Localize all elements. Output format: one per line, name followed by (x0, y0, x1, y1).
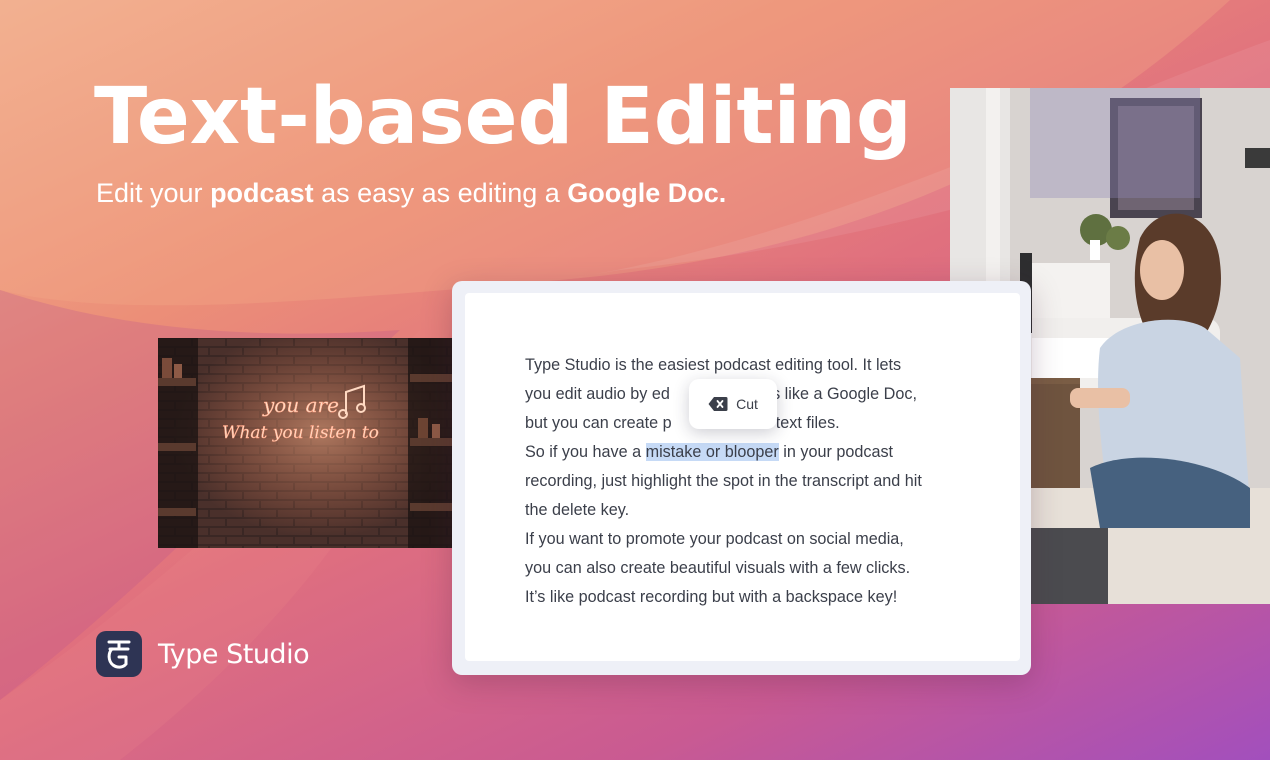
backspace-icon (708, 397, 728, 411)
brand-logo[interactable]: Type Studio (96, 631, 310, 677)
transcript-line: So if you have a mistake or blooper in y… (525, 438, 975, 467)
transcript-line: the delete key. (525, 501, 630, 519)
transcript-line: If you want to promote your podcast on s… (525, 530, 904, 548)
hero-title: Text-based Editing (94, 72, 912, 162)
hero-subtitle: Edit your podcast as easy as editing a G… (96, 178, 726, 209)
transcript-line-start: you edit audio by ed (525, 385, 670, 403)
subtitle-part-2: as easy as editing a (313, 178, 568, 208)
transcript-line-start: but you can create p (525, 414, 672, 432)
subtitle-part-1: Edit your (96, 178, 211, 208)
highlighted-selection[interactable]: mistake or blooper (645, 443, 779, 461)
neon-line-1: you are (262, 393, 339, 417)
neon-photo-illustration: you are What you listen to (158, 338, 454, 548)
transcript-line: you can also create beautiful visuals wi… (525, 559, 911, 577)
transcript-editor-window: Type Studio is the easiest podcast editi… (452, 281, 1031, 675)
cut-button[interactable]: Cut (689, 379, 777, 429)
transcript-line: Type Studio is the easiest podcast editi… (525, 356, 902, 374)
subtitle-bold-podcast: podcast (210, 178, 314, 208)
neon-sign-photo: you are What you listen to (158, 338, 454, 548)
logo-glyph (107, 640, 131, 669)
type-studio-logo-icon (96, 631, 142, 677)
transcript-line: It’s like podcast recording but with a b… (525, 588, 898, 606)
subtitle-bold-google-doc: Google Doc. (567, 178, 727, 208)
transcript-line-end: in your podcast (778, 443, 894, 461)
transcript-page[interactable]: Type Studio is the easiest podcast editi… (465, 293, 1020, 661)
neon-line-2: What you listen to (222, 423, 379, 443)
cut-label: Cut (736, 396, 758, 412)
transcript-line: recording, just highlight the spot in th… (525, 472, 922, 490)
brand-name: Type Studio (158, 638, 310, 670)
transcript-line-start: So if you have a (525, 443, 646, 461)
